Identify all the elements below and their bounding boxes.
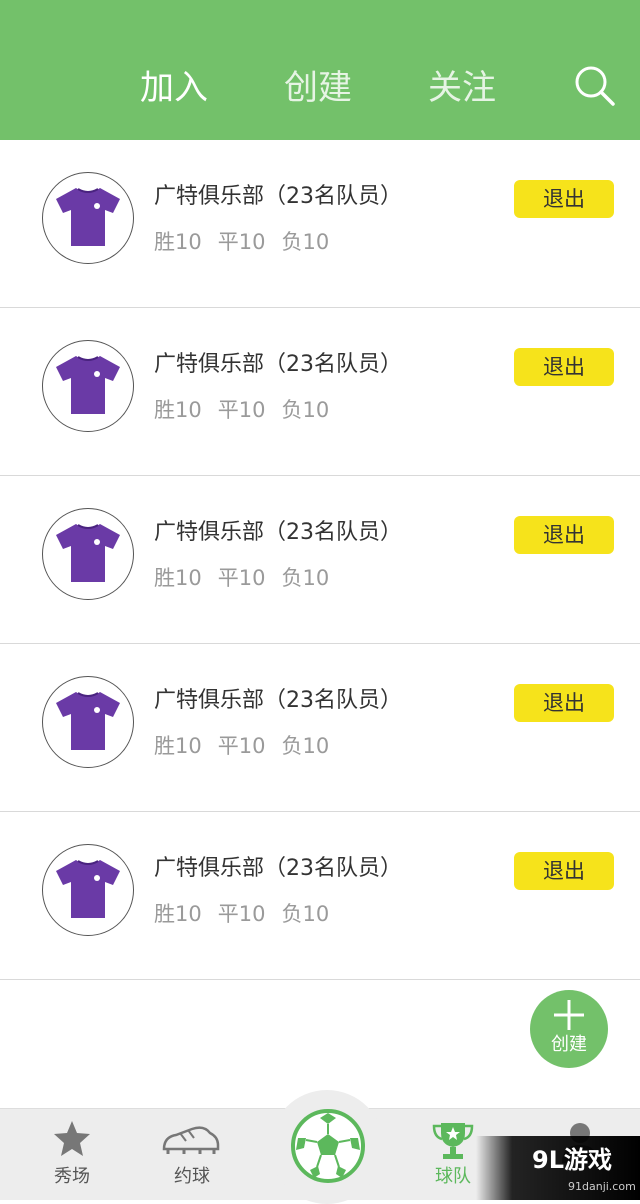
watermark-brand: 9L游戏 — [532, 1146, 612, 1174]
loss-count: 负10 — [281, 398, 330, 422]
team-avatar — [42, 508, 134, 600]
team-name: 广特俱乐部（23名队员） — [154, 688, 402, 713]
win-count: 胜10 — [154, 230, 202, 254]
center-ball-button[interactable] — [290, 1108, 366, 1184]
nav-item-show[interactable]: 秀场 — [22, 1109, 122, 1201]
loss-count: 负10 — [281, 566, 330, 590]
jersey-icon — [56, 692, 120, 750]
draw-count: 平10 — [217, 230, 266, 254]
loss-count: 负10 — [281, 230, 330, 254]
team-row[interactable]: 广特俱乐部（23名队员） 胜10 平10 负10 退出 — [0, 308, 640, 476]
jersey-icon — [56, 524, 120, 582]
plus-icon — [554, 1000, 584, 1030]
team-name: 广特俱乐部（23名队员） — [154, 352, 402, 377]
team-stats: 胜10 平10 负10 — [154, 562, 345, 594]
team-row[interactable]: 广特俱乐部（23名队员） 胜10 平10 负10 退出 — [0, 140, 640, 308]
top-header: 加入 创建 关注 — [0, 0, 640, 140]
quit-button[interactable]: 退出 — [514, 852, 614, 890]
win-count: 胜10 — [154, 902, 202, 926]
team-avatar — [42, 676, 134, 768]
tab-join[interactable]: 加入 — [114, 62, 234, 114]
loss-count: 负10 — [281, 734, 330, 758]
win-count: 胜10 — [154, 566, 202, 590]
team-stats: 胜10 平10 负10 — [154, 898, 345, 930]
quit-button[interactable]: 退出 — [514, 516, 614, 554]
trophy-icon — [432, 1123, 474, 1159]
nav-label: 约球 — [174, 1166, 210, 1187]
fab-label: 创建 — [551, 1034, 587, 1055]
loss-count: 负10 — [281, 902, 330, 926]
team-name: 广特俱乐部（23名队员） — [154, 520, 402, 545]
win-count: 胜10 — [154, 398, 202, 422]
nav-item-match[interactable]: 约球 — [142, 1109, 242, 1201]
team-avatar — [42, 844, 134, 936]
jersey-icon — [56, 860, 120, 918]
team-list: 广特俱乐部（23名队员） 胜10 平10 负10 退出 广特俱乐部（23名队员） 胜… — [0, 140, 640, 980]
team-row[interactable]: 广特俱乐部（23名队员） 胜10 平10 负10 退出 — [0, 644, 640, 812]
quit-button[interactable]: 退出 — [514, 348, 614, 386]
team-stats: 胜10 平10 负10 — [154, 226, 345, 258]
tab-follow[interactable]: 关注 — [402, 62, 522, 114]
team-name: 广特俱乐部（23名队员） — [154, 856, 402, 881]
team-row[interactable]: 广特俱乐部（23名队员） 胜10 平10 负10 退出 — [0, 812, 640, 980]
win-count: 胜10 — [154, 734, 202, 758]
nav-label: 秀场 — [54, 1166, 90, 1187]
jersey-icon — [56, 188, 120, 246]
tab-create[interactable]: 创建 — [258, 62, 378, 114]
quit-button[interactable]: 退出 — [514, 684, 614, 722]
site-watermark: 9L游戏 91danji.com — [476, 1136, 640, 1200]
team-row[interactable]: 广特俱乐部（23名队员） 胜10 平10 负10 退出 — [0, 476, 640, 644]
draw-count: 平10 — [217, 902, 266, 926]
draw-count: 平10 — [217, 734, 266, 758]
draw-count: 平10 — [217, 398, 266, 422]
team-avatar — [42, 172, 134, 264]
team-avatar — [42, 340, 134, 432]
quit-button[interactable]: 退出 — [514, 180, 614, 218]
search-icon — [575, 66, 615, 106]
cleat-icon — [162, 1126, 220, 1154]
team-stats: 胜10 平10 负10 — [154, 394, 345, 426]
draw-count: 平10 — [217, 566, 266, 590]
jersey-icon — [56, 356, 120, 414]
search-button[interactable] — [570, 62, 620, 112]
watermark-url: 91danji.com — [568, 1180, 636, 1193]
team-name: 广特俱乐部（23名队员） — [154, 184, 402, 209]
star-icon — [54, 1121, 90, 1156]
team-stats: 胜10 平10 负10 — [154, 730, 345, 762]
create-team-fab[interactable]: 创建 — [530, 990, 608, 1068]
soccer-ball-icon — [291, 1109, 365, 1183]
